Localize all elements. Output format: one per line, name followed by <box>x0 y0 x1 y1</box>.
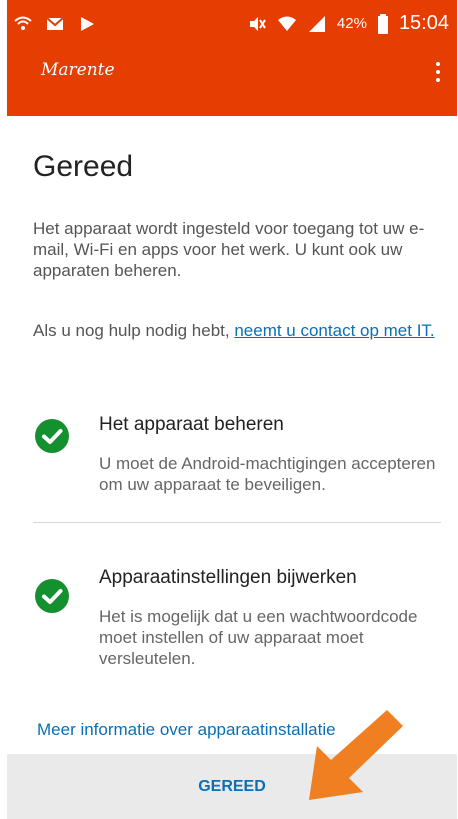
item-title-manage-device: Het apparaat beheren <box>99 414 284 435</box>
wifi-signal-icon <box>14 16 32 30</box>
battery-icon <box>377 13 388 34</box>
item-title-update-settings: Apparaatinstellingen bijwerken <box>99 567 357 588</box>
intro-text: Het apparaat wordt ingesteld voor toegan… <box>33 219 425 280</box>
check-circle-icon <box>35 419 69 453</box>
wifi-icon <box>277 16 296 31</box>
more-vert-icon[interactable] <box>433 62 443 88</box>
battery-percent: 42% <box>336 15 367 32</box>
play-store-icon <box>81 17 94 31</box>
help-text: Als u nog hulp nodig hebt, neemt u conta… <box>33 320 453 341</box>
item-desc-update-settings: Het is mogelijk dat u een wachtwoordcode… <box>99 607 418 668</box>
gmail-icon <box>46 17 64 30</box>
marente-logo: Marente <box>41 60 115 80</box>
mute-icon <box>249 16 266 31</box>
app-bar: Marente <box>7 56 457 116</box>
status-bar: 42% 15:04 <box>7 0 457 56</box>
divider <box>33 522 441 523</box>
item-desc-manage-device: U moet de Android-machtigingen acceptere… <box>99 454 436 494</box>
contact-it-link[interactable]: neemt u contact op met IT. <box>234 321 434 340</box>
cell-signal-icon <box>308 15 325 32</box>
check-circle-icon <box>35 579 69 613</box>
screen: 42% 15:04 Marente Gereed Het apparaat wo… <box>7 0 457 819</box>
clock: 15:04 <box>398 12 449 34</box>
page-title: Gereed <box>33 150 134 183</box>
pointer-arrow-icon <box>309 710 403 800</box>
help-prefix: Als u nog hulp nodig hebt, <box>33 321 235 340</box>
